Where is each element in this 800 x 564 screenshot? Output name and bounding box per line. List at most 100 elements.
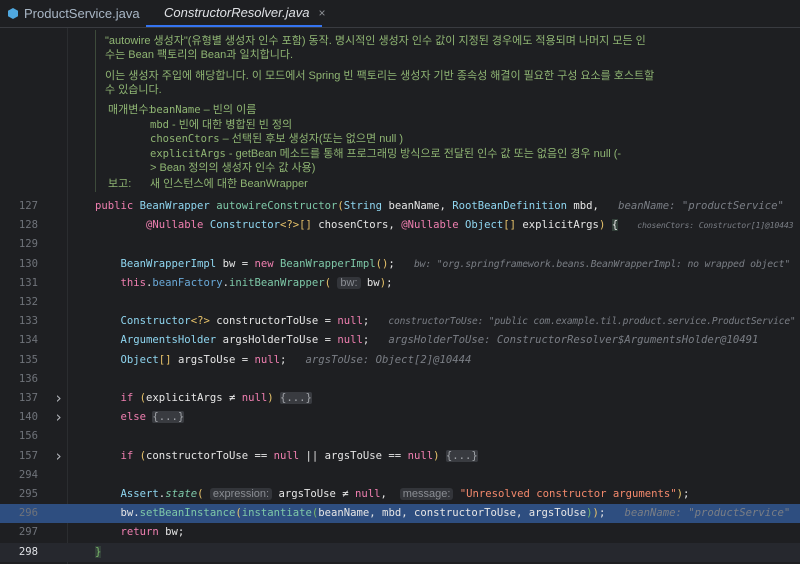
close-tab-icon[interactable]: × (318, 6, 325, 20)
code-line[interactable]: 135 Object[] argsToUse = null; argsToUse… (0, 351, 800, 370)
code-token: constructorToUse == (146, 449, 274, 462)
code-line[interactable]: 133 Constructor<?> constructorToUse = nu… (0, 312, 800, 331)
code-line[interactable]: 129 (0, 235, 800, 254)
code-token: RootBeanDefinition (452, 200, 574, 212)
code-token: } (95, 545, 102, 558)
code-token: ; (598, 507, 625, 520)
code-token: beanFactory (152, 276, 223, 289)
folded-block[interactable]: {...} (445, 449, 478, 462)
code-token: ; (388, 257, 414, 270)
code-token: null (337, 334, 363, 347)
code-line[interactable]: 297 return bw; (0, 523, 800, 542)
line-number[interactable]: 294 (0, 466, 38, 485)
line-number[interactable]: 134 (0, 331, 38, 350)
code-text: Object[] argsToUse = null; argsToUse: Ob… (95, 351, 472, 370)
line-number[interactable]: 156 (0, 427, 38, 446)
code-token: public (95, 200, 140, 212)
javadoc-rendered: "autowire 생성자"(유형별 생성자 인수 포함) 동작. 명시적인 생… (95, 30, 796, 192)
tab-constructor-resolver[interactable]: ConstructorResolver.java × (146, 0, 325, 27)
code-line[interactable]: 298} (0, 542, 800, 562)
code-token: ; (362, 315, 389, 328)
param-name: beanName (150, 104, 201, 116)
line-number[interactable]: 129 (0, 235, 38, 254)
code-token: chosenCtors, (318, 219, 402, 232)
code-token: null (273, 449, 300, 462)
debug-inline-value: bw: "org.springframework.beans.BeanWrapp… (413, 258, 791, 270)
param-desc: – 선택된 후보 생성자(또는 없으면 null ) (219, 133, 404, 145)
line-number[interactable]: 130 (0, 255, 38, 274)
editor-tab-bar: ProductService.java ConstructorResolver.… (0, 0, 800, 28)
folded-block[interactable]: {...} (280, 392, 312, 404)
line-number[interactable]: 131 (0, 274, 38, 293)
code-token: autowireConstructor (216, 200, 338, 212)
code-line[interactable]: 157 › if (constructorToUse == null || arg… (0, 447, 800, 466)
code-token: ; (280, 353, 306, 366)
code-line[interactable]: 132 (0, 293, 800, 312)
code-token: ; (362, 334, 389, 347)
line-number[interactable]: 295 (0, 485, 38, 504)
line-number[interactable]: 132 (0, 293, 38, 312)
line-number[interactable]: 157 (0, 447, 38, 466)
line-number[interactable]: 127 (0, 197, 38, 216)
code-token: argsToUse = (177, 353, 255, 366)
code-token: Constructor (120, 315, 191, 328)
tab-product-service[interactable]: ProductService.java (8, 0, 140, 27)
code-token: ArgumentsHolder (120, 334, 223, 347)
code-token: null (254, 353, 280, 366)
params-label: 매개변수: (108, 104, 152, 116)
code-token: ; (386, 276, 393, 289)
code-line[interactable]: 137 › if (explicitArgs ≠ null) {...} (0, 389, 800, 408)
code-token: bw (360, 276, 380, 289)
code-line[interactable]: 295 Assert.state( expression: argsToUse … (0, 485, 800, 504)
code-line[interactable]: 130 BeanWrapperImpl bw = new BeanWrapper… (0, 255, 800, 274)
param-item: beanName – 빈의 이름 (150, 101, 256, 117)
code-line[interactable]: 127 public BeanWrapper autowireConstructo… (0, 197, 800, 216)
code-line[interactable]: 131 this.beanFactory.initBeanWrapper( bw… (0, 274, 800, 293)
code-text: Assert.state( expression: argsToUse ≠ nu… (95, 485, 689, 504)
code-token: explicitArgs ≠ (146, 392, 242, 404)
line-number[interactable]: 136 (0, 370, 38, 389)
code-line[interactable]: 156 (0, 427, 800, 446)
code-token: || argsToUse == (299, 449, 408, 462)
code-line[interactable]: 140 › else {...} (0, 408, 800, 427)
fold-chevron-icon[interactable]: › (54, 447, 63, 466)
doc-line: 이는 생성자 주입에 해당합니다. 이 모드에서 Spring 빈 팩토리는 생… (105, 70, 655, 82)
line-number[interactable]: 128 (0, 216, 38, 235)
code-token: @Nullable (146, 219, 210, 232)
code-line[interactable]: 294 (0, 466, 800, 485)
code-line[interactable]: 128 @Nullable Constructor<?>[] chosenCto… (0, 216, 800, 235)
fold-chevron-icon[interactable]: › (54, 389, 63, 408)
line-number[interactable]: 135 (0, 351, 38, 370)
code-token: <?>[] (279, 219, 319, 232)
line-number[interactable]: 140 (0, 408, 38, 427)
code-token: <?> (190, 315, 217, 328)
code-token: null (355, 488, 381, 500)
line-number[interactable]: 137 (0, 389, 38, 408)
line-number[interactable]: 296 (0, 504, 38, 523)
code-token: , (380, 488, 400, 500)
line-number[interactable]: 297 (0, 523, 38, 542)
code-line[interactable]: 136 (0, 370, 800, 389)
code-text: this.beanFactory.initBeanWrapper( bw: bw… (95, 274, 392, 293)
code-token: constructorToUse = (216, 315, 338, 328)
code-token: "Unresolved constructor arguments" (453, 488, 677, 500)
code-token: argsHolderToUse = (222, 334, 338, 347)
code-token: Object (120, 353, 159, 366)
line-number[interactable]: 133 (0, 312, 38, 331)
code-text: Constructor<?> constructorToUse = null; … (95, 312, 796, 331)
fold-chevron-icon[interactable]: › (54, 408, 63, 427)
code-token: bw; (165, 526, 185, 539)
folded-block[interactable]: {...} (152, 411, 185, 424)
line-number[interactable]: 298 (0, 543, 38, 562)
code-line[interactable]: 134 ArgumentsHolder argsHolderToUse = nu… (0, 331, 800, 350)
code-token: explicitArgs (522, 219, 599, 232)
code-token: ( (324, 276, 338, 289)
code-line[interactable]: 296 bw.setBeanInstance(instantiate(beanN… (0, 504, 800, 524)
tab-label: ProductService.java (24, 6, 140, 21)
